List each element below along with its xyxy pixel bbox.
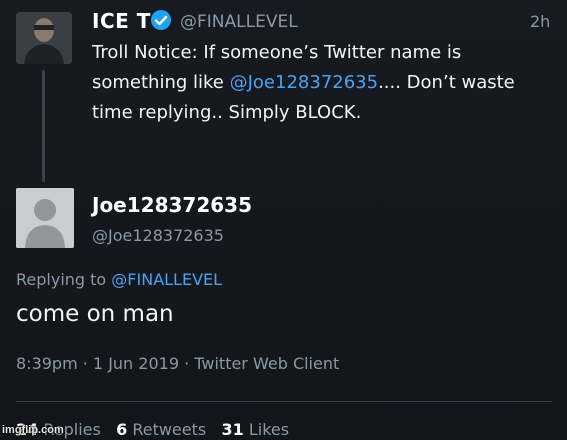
reply-tweet-text: come on man	[16, 301, 174, 327]
thread-connector-line	[42, 70, 45, 182]
verified-badge-icon	[151, 10, 171, 30]
reply-timestamp[interactable]: 8:39pm · 1 Jun 2019 · Twitter Web Client	[16, 354, 339, 373]
original-tweet-text: Troll Notice: If someone’s Twitter name …	[92, 38, 552, 128]
ice-t-avatar[interactable]	[16, 12, 72, 64]
original-time[interactable]: 2h	[530, 12, 550, 31]
reply-handle[interactable]: @Joe128372635	[92, 226, 224, 245]
tweet-detail-view: ICE T @FINALLEVEL 2h Troll Notice: If so…	[0, 0, 567, 440]
retweets-label[interactable]: Retweets	[132, 420, 206, 439]
retweets-count[interactable]: 6	[116, 420, 127, 439]
likes-label[interactable]: Likes	[249, 420, 289, 439]
joe-avatar[interactable]	[16, 188, 74, 248]
user-photo-avatar-icon	[16, 12, 72, 64]
imgflip-watermark: imgflip.com	[2, 424, 64, 436]
tweet-mention-link[interactable]: @Joe128372635	[230, 72, 378, 93]
likes-count[interactable]: 31	[222, 420, 244, 439]
replying-to-link[interactable]: @FINALLEVEL	[111, 270, 222, 289]
original-display-name[interactable]: ICE T	[92, 9, 151, 33]
replying-prefix: Replying to	[16, 270, 112, 289]
original-handle[interactable]: @FINALLEVEL	[180, 12, 298, 32]
stats-divider	[16, 401, 552, 402]
reply-display-name[interactable]: Joe128372635	[92, 193, 252, 217]
replying-to-line: Replying to @FINALLEVEL	[16, 270, 222, 289]
default-egg-avatar-icon	[16, 188, 74, 248]
